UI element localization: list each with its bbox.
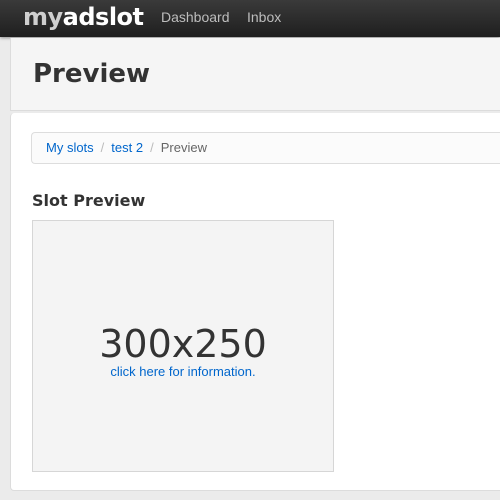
brand-logo[interactable]: myadslot	[23, 2, 144, 32]
breadcrumb-my-slots-link[interactable]: My slots	[46, 140, 94, 155]
breadcrumb-current: Preview	[160, 140, 207, 155]
ad-slot-size: 300x250	[99, 322, 267, 366]
brand-logo-adslot: adslot	[62, 3, 144, 31]
breadcrumb-separator: /	[150, 140, 154, 155]
ad-slot-info-link[interactable]: click here for information.	[33, 364, 333, 380]
nav-dashboard-link[interactable]: Dashboard	[161, 9, 230, 25]
nav-inbox-link[interactable]: Inbox	[247, 9, 281, 25]
content-panel: My slots / test 2 / Preview Slot Preview 300…	[10, 113, 500, 491]
breadcrumb: My slots / test 2 / Preview	[31, 132, 500, 164]
slot-preview-heading: Slot Preview	[32, 191, 146, 210]
ad-slot-preview: 300x250 click here for information.	[32, 220, 334, 472]
top-navbar: myadslot Dashboard Inbox	[0, 0, 500, 37]
breadcrumb-separator: /	[100, 140, 105, 155]
page-header: Preview	[10, 38, 500, 111]
brand-logo-my: my	[23, 3, 63, 31]
breadcrumb-test-2-link[interactable]: test 2	[111, 140, 143, 155]
page-title: Preview	[33, 59, 151, 89]
